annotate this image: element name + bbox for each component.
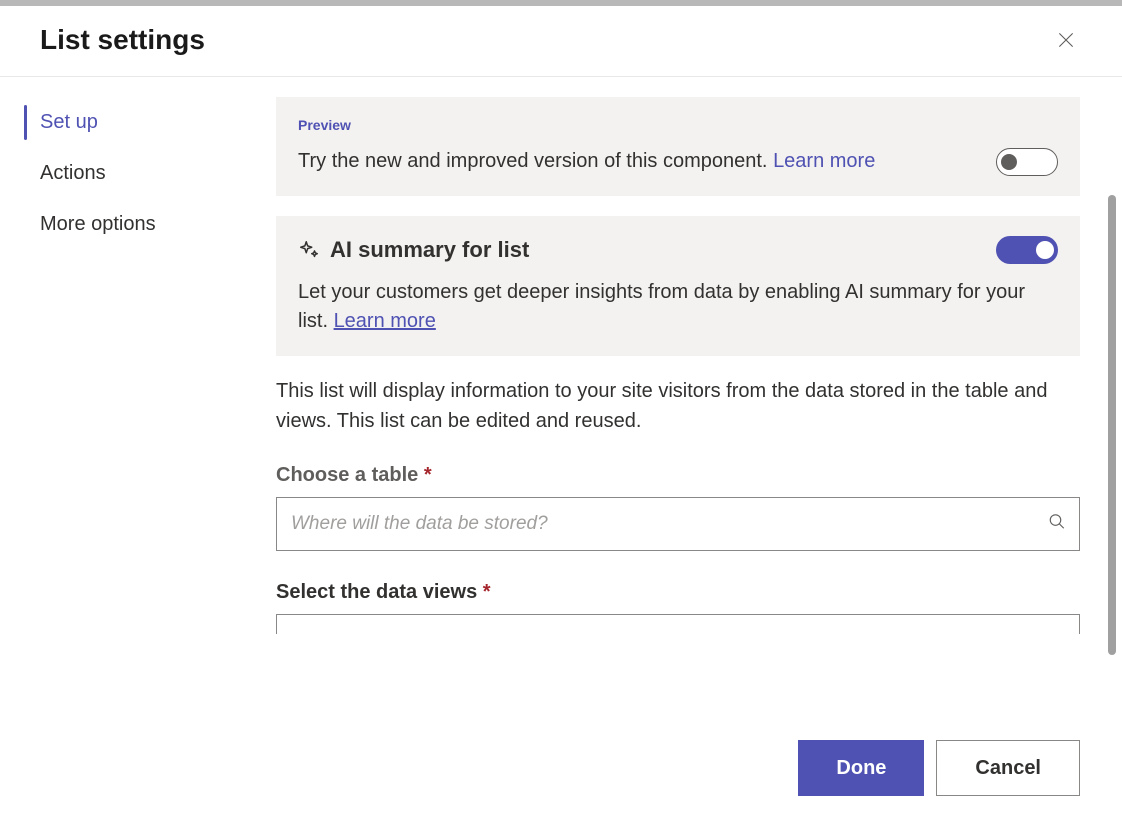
preview-card: Preview Try the new and improved version… [276, 97, 1080, 196]
dialog-footer: Done Cancel [798, 740, 1080, 796]
done-button[interactable]: Done [798, 740, 924, 796]
toggle-knob [1001, 154, 1017, 170]
main-content: Preview Try the new and improved version… [258, 77, 1122, 826]
close-icon [1056, 30, 1076, 50]
sidebar-item-more-options[interactable]: More options [0, 199, 258, 250]
preview-learn-more-link[interactable]: Learn more [773, 150, 875, 172]
sidebar-item-label: Set up [40, 111, 98, 133]
sparkle-icon [298, 239, 320, 261]
ai-summary-toggle[interactable] [996, 236, 1058, 264]
choose-table-label: Choose a table * [276, 464, 1080, 487]
scrollbar[interactable] [1108, 195, 1116, 655]
ai-summary-card: AI summary for list Let your customers g… [276, 216, 1080, 356]
list-settings-dialog: List settings Set up Actions More option… [0, 6, 1122, 826]
preview-text: Try the new and improved version of this… [298, 147, 875, 176]
select-views-dropdown[interactable] [276, 614, 1080, 634]
ai-card-header: AI summary for list [298, 236, 1058, 264]
dialog-header: List settings [0, 6, 1122, 77]
sidebar: Set up Actions More options [0, 77, 258, 826]
dialog-body: Set up Actions More options Preview Try … [0, 77, 1122, 826]
sidebar-item-setup[interactable]: Set up [0, 97, 258, 148]
sidebar-item-label: More options [40, 213, 156, 235]
required-indicator: * [424, 464, 432, 486]
required-indicator: * [483, 581, 491, 603]
search-icon[interactable] [1048, 513, 1066, 536]
select-views-label: Select the data views * [276, 581, 1080, 604]
cancel-button[interactable]: Cancel [936, 740, 1080, 796]
toggle-knob [1036, 241, 1054, 259]
sidebar-item-actions[interactable]: Actions [0, 148, 258, 199]
dialog-title: List settings [40, 24, 205, 56]
ai-title-group: AI summary for list [298, 237, 529, 263]
preview-row: Try the new and improved version of this… [298, 147, 1058, 176]
choose-table-input[interactable] [276, 497, 1080, 551]
preview-toggle[interactable] [996, 148, 1058, 176]
ai-card-title: AI summary for list [330, 237, 529, 263]
choose-table-input-wrap [276, 497, 1080, 551]
ai-learn-more-link[interactable]: Learn more [334, 310, 436, 332]
preview-badge: Preview [298, 117, 1058, 133]
list-description: This list will display information to yo… [276, 376, 1080, 436]
ai-card-text: Let your customers get deeper insights f… [298, 278, 1058, 336]
sidebar-item-label: Actions [40, 162, 106, 184]
close-button[interactable] [1050, 24, 1082, 56]
